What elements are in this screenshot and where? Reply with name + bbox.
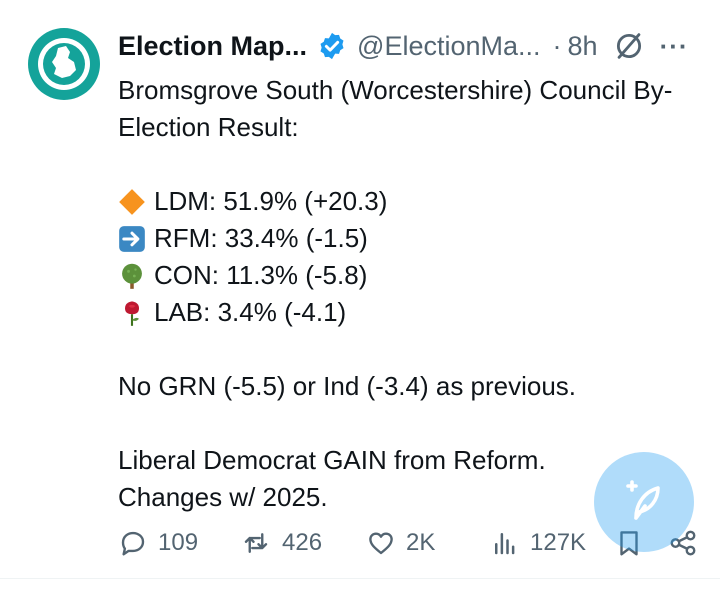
result-row: LAB: 3.4% (-4.1) [118, 294, 700, 331]
more-dots-icon[interactable]: ··· [660, 31, 689, 62]
repost-button[interactable]: 426 [240, 525, 322, 561]
author-name[interactable]: Election Map... [118, 31, 307, 62]
result-text: LDM: 51.9% (+20.3) [154, 186, 388, 216]
repost-icon [244, 533, 268, 553]
post-time[interactable]: 8h [568, 31, 598, 62]
right-arrow-icon [119, 225, 145, 252]
rose-icon [125, 300, 139, 326]
result-text: RFM: 33.4% (-1.5) [154, 223, 368, 253]
result-row: RFM: 33.4% (-1.5) [118, 220, 700, 257]
verified-badge-icon [320, 32, 344, 60]
title-line-1: Bromsgrove South (Worcestershire) Counci… [118, 75, 673, 105]
compose-feather-icon [626, 480, 660, 520]
note-line: No GRN (-5.5) or Ind (-3.4) as previous. [118, 371, 577, 401]
heart-icon [369, 532, 393, 555]
title-line-2: Election Result: [118, 112, 299, 142]
like-count: 2K [406, 529, 436, 556]
reply-button[interactable]: 109 [118, 525, 198, 561]
compose-button[interactable] [594, 452, 694, 552]
reply-icon [121, 531, 145, 556]
views-count: 127K [530, 529, 587, 556]
separator-dot: · [552, 30, 562, 61]
map-logo-icon [30, 30, 98, 98]
author-handle[interactable]: @ElectionMa... [357, 31, 540, 62]
views-icon [495, 533, 515, 555]
grok-icon[interactable] [612, 29, 646, 63]
result-text: CON: 11.3% (-5.8) [154, 260, 368, 290]
reply-count: 109 [158, 529, 199, 556]
deciduous-tree-icon [122, 263, 142, 289]
tweet-text: Bromsgrove South (Worcestershire) Counci… [118, 72, 700, 516]
orange-diamond-icon [119, 188, 145, 215]
avatar[interactable] [28, 28, 100, 100]
repost-count: 426 [282, 529, 323, 556]
result-row: CON: 11.3% (-5.8) [118, 257, 700, 294]
tweet-header: Election Map... @ElectionMa... · 8h ··· [118, 26, 700, 66]
result-row: LDM: 51.9% (+20.3) [118, 183, 700, 220]
like-button[interactable]: 2K [366, 525, 435, 561]
views-button[interactable]: 127K [490, 525, 586, 561]
result-text: LAB: 3.4% (-4.1) [154, 297, 347, 327]
